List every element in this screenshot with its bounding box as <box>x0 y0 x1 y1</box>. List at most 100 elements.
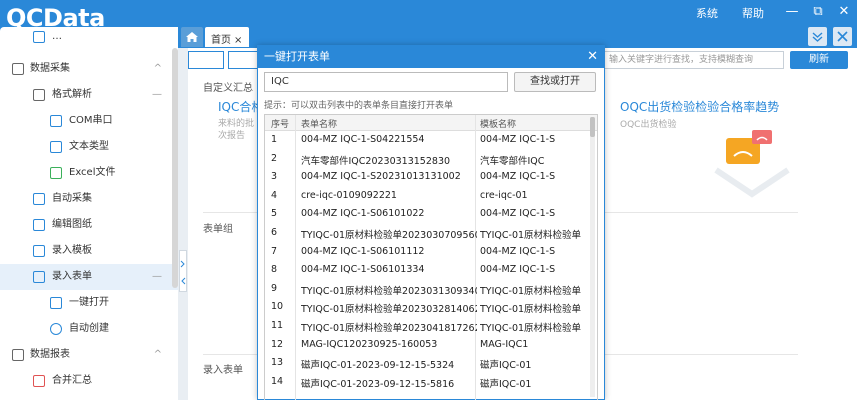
sidebar-item-excel-file[interactable]: Excel文件 <box>0 160 178 186</box>
cell-form-name: 磁声IQC-01-2023-09-12-15-5816 <box>301 378 455 390</box>
filter-input-1[interactable] <box>188 51 224 69</box>
cell-no: 10 <box>271 301 284 313</box>
tab-home[interactable]: 首页 × <box>205 27 249 47</box>
table-row[interactable]: 14 磁声IQC-01-2023-09-12-15-5816 磁声IQC-01 <box>265 373 597 392</box>
sidebar-scrollbar[interactable] <box>172 48 178 288</box>
table-row[interactable]: 3 004-MZ IQC-1-S20231013131002 004-MZ IQC-… <box>265 168 597 187</box>
section-form-group: 表单组 <box>203 224 233 235</box>
form-list-table[interactable]: 序号 表单名称 模板名称 1 004-MZ IQC-1-S04221554 004-… <box>264 114 598 400</box>
auto-collect-icon <box>33 193 45 205</box>
cell-template-name: 004-MZ IQC-1-S <box>480 171 556 183</box>
cell-form-name: TYIQC-01原材料检验单20230307095602 <box>301 230 477 241</box>
table-row[interactable]: 12 MAG-IQC120230925-160053 MAG-IQC1 <box>265 336 597 355</box>
collapse-icon[interactable]: — <box>152 264 162 290</box>
menu-help[interactable]: 帮助 <box>742 5 764 21</box>
close-all-tabs-icon[interactable] <box>833 27 852 46</box>
cell-no: 6 <box>271 227 278 238</box>
refresh-button[interactable]: 刷新 <box>790 51 848 69</box>
find-or-open-button[interactable]: 查找或打开 <box>514 72 596 92</box>
collapse-icon[interactable]: — <box>152 82 162 108</box>
table-row[interactable]: 5 004-MZ IQC-1-S06101022 004-MZ IQC-1-S <box>265 205 597 224</box>
dialog-tip: 提示：可以双击列表中的表单条目直接打开表单 <box>264 101 454 111</box>
home-tab-button[interactable] <box>181 27 203 47</box>
table-row[interactable]: 4 cre-iqc-0109092221 cre-iqc-01 <box>265 187 597 206</box>
maximize-icon[interactable]: ⧉ <box>808 2 828 22</box>
cell-no: 14 <box>271 375 284 387</box>
cell-template-name: MAG-IQC1 <box>480 338 529 350</box>
sidebar-item-entry-form[interactable]: 录入表单 — <box>0 264 178 290</box>
sidebar-item-merge-summary[interactable]: 合并汇总 <box>0 368 178 394</box>
cell-template-name: 004-MZ IQC-1-S <box>480 134 556 145</box>
column-header[interactable]: 序号 <box>271 117 289 130</box>
table-row[interactable]: 10 TYIQC-01原材料检验单20230328140628 TYIQC-01原材… <box>265 298 597 317</box>
table-row[interactable]: 8 004-MZ IQC-1-S06101334 004-MZ IQC-1-S <box>265 261 597 280</box>
cell-no: 7 <box>271 245 278 257</box>
tab-home-label: 首页 <box>211 35 231 46</box>
sidebar-collapse-handle[interactable] <box>179 250 187 292</box>
cell-template-name: 汽车零部件IQC <box>480 155 545 167</box>
sidebar-item-com-port[interactable]: COM串口 <box>0 108 178 134</box>
sidebar: … 数据采集 ^ 格式解析 — COM串口 文本类型 Excel文件 自动采集 … <box>0 27 178 400</box>
cell-form-name: 004-MZ IQC-1-S06101334 <box>301 264 425 276</box>
close-icon[interactable]: ✕ <box>587 46 598 68</box>
table-row[interactable]: 13 磁声IQC-01-2023-09-12-15-5324 磁声IQC-01 <box>265 354 597 373</box>
text-file-icon <box>50 141 62 153</box>
pencil-icon <box>33 271 45 283</box>
table-row[interactable]: 1 004-MZ IQC-1-S04221554 004-MZ IQC-1-S <box>265 131 597 150</box>
cell-form-name: 汽车零部件IQC20230313152830 <box>301 155 451 167</box>
cell-form-name: 004-MZ IQC-1-S04221554 <box>301 134 425 145</box>
cell-template-name: TYIQC-01原材料检验单 <box>480 230 582 241</box>
collapse-icon[interactable]: ^ <box>154 56 162 82</box>
excel-icon <box>50 167 62 179</box>
cell-template-name: 004-MZ IQC-1-S <box>480 208 556 220</box>
cell-template-name: TYIQC-01原材料检验单 <box>480 323 582 334</box>
sidebar-group-data-collection[interactable]: 数据采集 ^ <box>0 56 178 82</box>
form-search-input[interactable]: IQC <box>264 72 508 92</box>
cell-template-name: 004-MZ IQC-1-S <box>480 245 556 257</box>
sidebar-item-text-type[interactable]: 文本类型 <box>0 134 178 160</box>
close-icon[interactable]: ✕ <box>834 2 854 22</box>
template-icon <box>33 245 45 257</box>
sidebar-item-entry-template[interactable]: 录入模板 <box>0 238 178 264</box>
card-oqc[interactable]: OQC出货检验检验合格率趋势 OQC出货检验 <box>612 92 798 206</box>
cell-no: 4 <box>271 189 278 201</box>
chevron-down-icon[interactable] <box>808 27 827 46</box>
dialog-header: 一键打开表单 ✕ <box>258 46 604 68</box>
table-row[interactable]: 6 TYIQC-01原材料检验单20230307095602 TYIQC-01原材料… <box>265 224 597 243</box>
sidebar-item-auto-create[interactable]: 自动创建 <box>0 316 178 342</box>
sidebar-item-auto-collect[interactable]: 自动采集 <box>0 186 178 212</box>
table-scrollbar[interactable] <box>590 117 595 397</box>
cell-form-name: TYIQC-01原材料检验单20230418172621 <box>301 323 477 334</box>
cell-template-name: 磁声IQC-01 <box>480 378 532 390</box>
one-click-open-dialog: 一键打开表单 ✕ IQC 查找或打开 提示：可以双击列表中的表单条目直接打开表单… <box>257 45 605 400</box>
sidebar-group-data-report[interactable]: 数据报表 ^ <box>0 342 178 368</box>
sidebar-item-format-parse[interactable]: 格式解析 — <box>0 82 178 108</box>
collapse-icon[interactable]: ^ <box>154 342 162 368</box>
cell-no: 2 <box>271 152 278 164</box>
cell-no: 9 <box>271 282 278 294</box>
chevron-right-icon <box>180 260 186 285</box>
cell-form-name: cre-iqc-0109092221 <box>301 189 397 201</box>
sidebar-item-one-click-open[interactable]: 一键打开 <box>0 290 178 316</box>
table-row[interactable]: 11 TYIQC-01原材料检验单20230418172621 TYIQC-01原材… <box>265 317 597 336</box>
cell-form-name: 磁声IQC-01-2023-09-12-15-5324 <box>301 360 455 372</box>
column-header[interactable]: 表单名称 <box>301 117 337 130</box>
menu-system[interactable]: 系统 <box>696 5 718 21</box>
scrollbar-thumb[interactable] <box>590 117 595 137</box>
cell-template-name: 004-MZ IQC-1-S <box>480 264 556 276</box>
table-row[interactable]: 7 004-MZ IQC-1-S06101112 004-MZ IQC-1-S <box>265 243 597 262</box>
cell-template-name: 磁声IQC-01 <box>480 360 532 372</box>
tab-close-icon[interactable]: × <box>234 35 242 46</box>
minimize-icon[interactable]: — <box>782 2 802 22</box>
filter-input-2[interactable] <box>228 51 258 69</box>
cell-template-name: TYIQC-01原材料检验单 <box>480 285 582 297</box>
card-oqc-title: OQC出货检验检验合格率趋势 <box>620 100 780 114</box>
column-header[interactable]: 模板名称 <box>480 117 516 130</box>
table-row[interactable]: 2 汽车零部件IQC20230313152830 汽车零部件IQC <box>265 150 597 169</box>
sidebar-item-partial[interactable]: … <box>0 27 178 50</box>
table-header: 序号 表单名称 模板名称 <box>265 115 597 131</box>
table-row[interactable]: 9 TYIQC-01原材料检验单20230313093404 TYIQC-01原材料… <box>265 280 597 299</box>
dialog-title: 一键打开表单 <box>264 50 330 63</box>
search-input[interactable]: 输入关键字进行查找，支持模糊查询 <box>593 51 784 69</box>
sidebar-item-edit-drawing[interactable]: 编辑图纸 <box>0 212 178 238</box>
